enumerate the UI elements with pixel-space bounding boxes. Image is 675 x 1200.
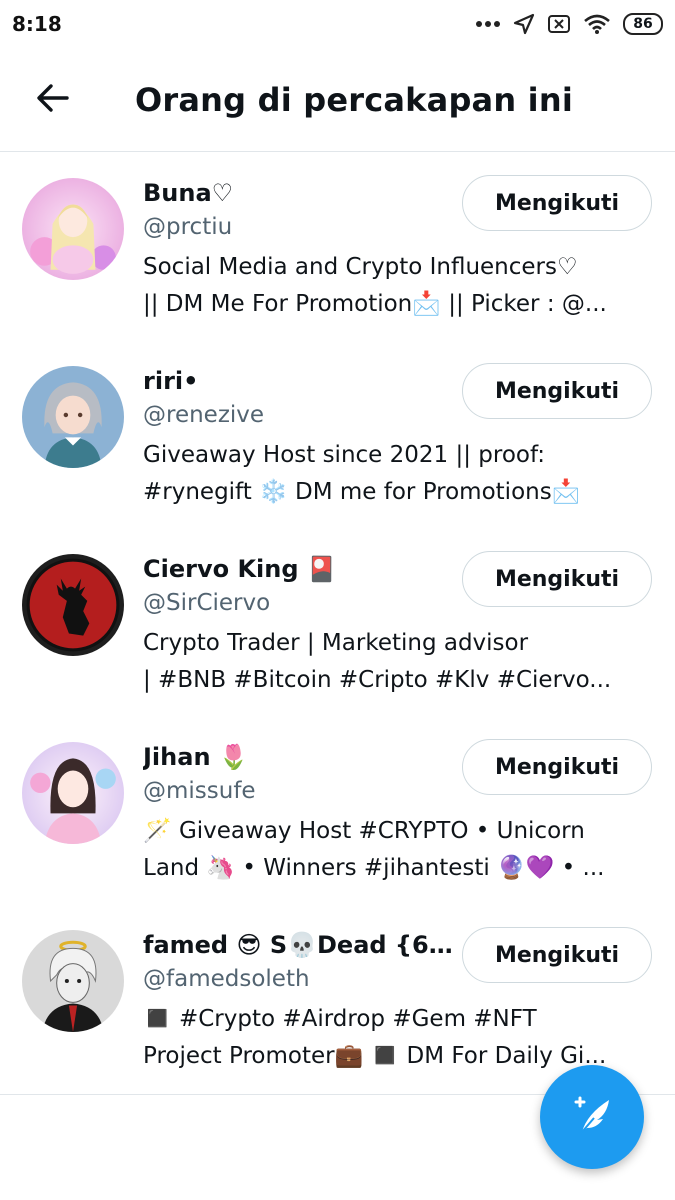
status-time: 8:18 <box>12 12 62 36</box>
user-name: famed 😎 S💀Dead {6... <box>143 931 455 959</box>
user-handle: @prctiu <box>143 214 233 240</box>
following-button[interactable]: Mengikuti <box>462 551 652 607</box>
bio-line: #rynegift ❄️ DM me for Promotions📩 <box>143 479 581 505</box>
bio-line: Social Media and Crypto Influencers♡ <box>143 254 578 280</box>
user-handle: @missufe <box>143 778 256 804</box>
avatar[interactable] <box>22 366 124 468</box>
screen: 8:18 86 Orang di percakapan ini Buna♡ @p… <box>0 0 675 1200</box>
following-button[interactable]: Mengikuti <box>462 363 652 419</box>
bio-line: Land 🦄 • Winners #jihantesti 🔮💜 • ... <box>143 855 605 881</box>
following-button[interactable]: Mengikuti <box>462 175 652 231</box>
user-bio: Social Media and Crypto Influencers♡ || … <box>143 249 653 323</box>
header: Orang di percakapan ini <box>0 48 675 152</box>
arrow-left-icon <box>36 83 70 117</box>
user-bio: Giveaway Host since 2021 || proof: #ryne… <box>143 437 653 511</box>
user-row-ciervo-king[interactable]: Ciervo King 🎴 @SirCiervo Crypto Trader |… <box>0 529 675 717</box>
bio-line: Giveaway Host since 2021 || proof: <box>143 442 546 468</box>
following-button[interactable]: Mengikuti <box>462 739 652 795</box>
user-row-famed[interactable]: famed 😎 S💀Dead {6... @famedsoleth ◼️ #Cr… <box>0 905 675 1093</box>
user-handle: @renezive <box>143 402 265 428</box>
following-button[interactable]: Mengikuti <box>462 927 652 983</box>
user-bio: Crypto Trader | Marketing advisor | #BNB… <box>143 625 653 699</box>
wifi-icon <box>583 13 611 35</box>
compose-tweet-icon <box>567 1090 617 1144</box>
user-row-buna[interactable]: Buna♡ @prctiu Social Media and Crypto In… <box>0 153 675 341</box>
user-bio: ◼️ #Crypto #Airdrop #Gem #NFT Project Pr… <box>143 1001 653 1075</box>
status-bar: 8:18 86 <box>0 0 675 48</box>
bio-line: ◼️ #Crypto #Airdrop #Gem #NFT <box>143 1006 537 1032</box>
back-button[interactable] <box>21 68 85 132</box>
user-name: riri• <box>143 367 199 395</box>
avatar[interactable] <box>22 742 124 844</box>
battery-icon: 86 <box>623 13 663 35</box>
avatar[interactable] <box>22 930 124 1032</box>
sim-off-icon <box>547 14 571 34</box>
bio-line: 🪄 Giveaway Host #CRYPTO • Unicorn <box>143 818 585 844</box>
user-handle: @SirCiervo <box>143 590 271 616</box>
bio-line: || DM Me For Promotion📩 || Picker : @... <box>143 291 607 317</box>
user-name: Ciervo King 🎴 <box>143 555 337 583</box>
user-list: Buna♡ @prctiu Social Media and Crypto In… <box>0 153 675 1093</box>
status-icons: 86 <box>475 13 663 35</box>
compose-button[interactable] <box>540 1065 644 1169</box>
user-row-riri[interactable]: riri• @renezive Giveaway Host since 2021… <box>0 341 675 529</box>
bio-line: Crypto Trader | Marketing advisor <box>143 630 529 656</box>
user-bio: 🪄 Giveaway Host #CRYPTO • Unicorn Land 🦄… <box>143 813 653 887</box>
avatar[interactable] <box>22 554 124 656</box>
user-name: Jihan 🌷 <box>143 743 249 771</box>
page-title: Orang di percakapan ini <box>135 80 573 119</box>
dots-icon <box>475 19 501 29</box>
bio-line: | #BNB #Bitcoin #Cripto #Klv #Ciervo... <box>143 667 612 693</box>
user-name: Buna♡ <box>143 179 234 207</box>
avatar[interactable] <box>22 178 124 280</box>
user-handle: @famedsoleth <box>143 966 310 992</box>
location-arrow-icon <box>513 13 535 35</box>
user-row-jihan[interactable]: Jihan 🌷 @missufe 🪄 Giveaway Host #CRYPTO… <box>0 717 675 905</box>
